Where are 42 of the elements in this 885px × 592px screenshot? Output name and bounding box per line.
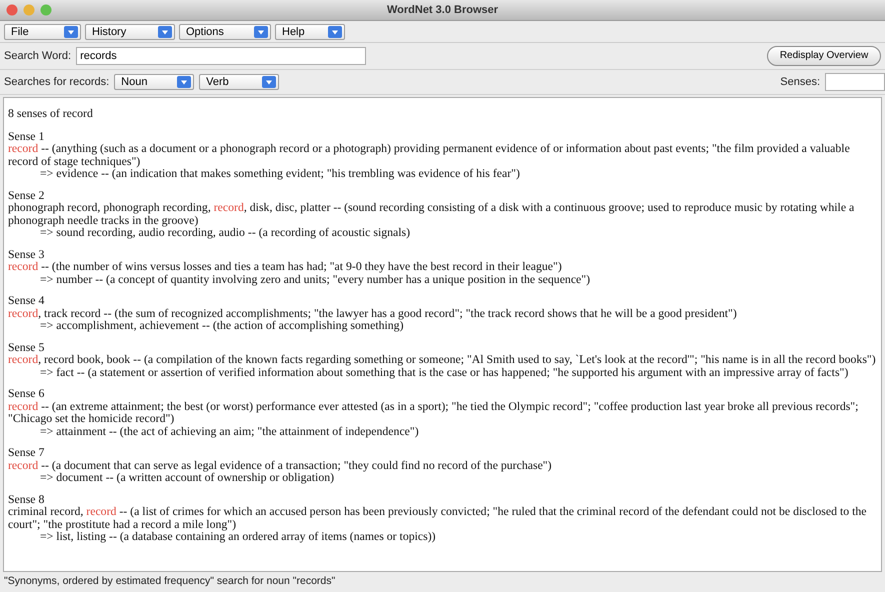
zoom-icon[interactable] xyxy=(40,4,52,16)
field-label: Search Word: xyxy=(4,50,72,62)
sense-heading: Sense 1 xyxy=(8,130,46,142)
hypernym-line: => sound recording, audio recording, audio -- (a recording of acoustic signals) xyxy=(40,226,412,238)
search-field[interactable]: records xyxy=(76,47,366,65)
hypernym-line: => accomplishment, achievement -- (the action of accomplishing something) xyxy=(40,319,404,332)
hypernym-line: => evidence -- (an indication that makes something evident; "his trembling was evidence of his fear") xyxy=(39,167,521,180)
sense-heading: Sense 4 xyxy=(8,294,46,306)
window-title: WordNet 3.0 Browser xyxy=(386,4,498,16)
sense-heading: Sense 2 xyxy=(8,188,46,201)
dropdown-menu[interactable]: Options xyxy=(179,24,271,40)
sense-heading: Sense 7 xyxy=(8,446,46,458)
close-icon[interactable] xyxy=(6,4,18,16)
sense-definition: phonograph record, phonograph recording, record, disk, disc, platter -- (sound recording consisting of a disk with a continuous groove; used to reproduce music by rotating while a phonograph needle tracks in the groove) xyxy=(8,201,856,226)
hypernym-line: => attainment -- (the act of achieving an aim; "the attainment of independence") xyxy=(40,424,420,437)
sense-definition: record -- (anything (such as a document or a phonograph record or a photograph) providing permanent evidence of or information about past events; "the film provided a valuable record of stage techniques") xyxy=(8,142,851,167)
minimize-icon[interactable] xyxy=(23,4,35,16)
sense-heading: Sense 3 xyxy=(8,248,46,260)
senses-field[interactable] xyxy=(825,73,885,91)
sense-heading: Sense 6 xyxy=(8,387,46,400)
field-label: Searches for records: xyxy=(4,76,110,88)
sense-heading: Sense 5 xyxy=(8,340,46,353)
hypernym-line: => number -- (a concept of quantity involving zero and units; "every number has a unique position in the sequence") xyxy=(39,272,592,285)
hypernym-line: => list, listing -- (a database containing an ordered array of items (names or topics)) xyxy=(40,530,437,542)
sense-definition: record, track record -- (the sum of recognized accomplishments; "the lawyer has a good record"; "the track record shows that he will be a good president") xyxy=(8,306,738,319)
sense-definition: record -- (a document that can serve as legal evidence of a transaction; "they could find no record of the purchase") xyxy=(8,458,553,471)
dropdown-menu[interactable]: History xyxy=(85,24,175,40)
dropdown-menu[interactable]: File xyxy=(4,24,81,40)
redisplay-overview-button[interactable]: Redisplay Overview xyxy=(767,46,881,66)
dropdown-menu[interactable]: Verb xyxy=(199,74,280,90)
dropdown-menu[interactable]: Help xyxy=(275,24,345,40)
sense-heading: Sense 8 xyxy=(8,492,46,505)
sense-definition: record, record book, book -- (a compilation of the known facts regarding something or someone; "Al Smith used to say, `Let's look at the record'"; "his name is in all the record books") xyxy=(8,353,877,366)
dropdown-menu[interactable]: Noun xyxy=(114,74,194,90)
sense-definition: criminal record, record -- (a list of crimes for which an accused person has been previously convicted; "he ruled that the criminal record of the defendant could not be disclosed to the court"; "the prostitute had a record a mile long") xyxy=(8,505,868,530)
status-text: "Synonyms, ordered by estimated frequency" search for noun "records" xyxy=(3,574,336,589)
hypernym-line: => fact -- (a statement or assertion of verified information about something that is the case or has happened; "he supported his argument with an impressive array of facts") xyxy=(40,366,848,378)
field-label: Senses: xyxy=(780,76,820,88)
sense-definition: record -- (the number of wins versus losses and ties a team has had; "at 9-0 they have the best record in their league") xyxy=(8,260,563,272)
hypernym-line: => document -- (a written account of ownership or obligation) xyxy=(39,471,334,484)
sense-definition: record -- (an extreme attainment; the best (or worst) performance ever attested (as in a sport); "he tied the Olympic record"; "coffee production last year broke all previous records"; "Chicago set the homicide record") xyxy=(8,400,860,424)
results-summary: 8 senses of record xyxy=(8,107,94,120)
